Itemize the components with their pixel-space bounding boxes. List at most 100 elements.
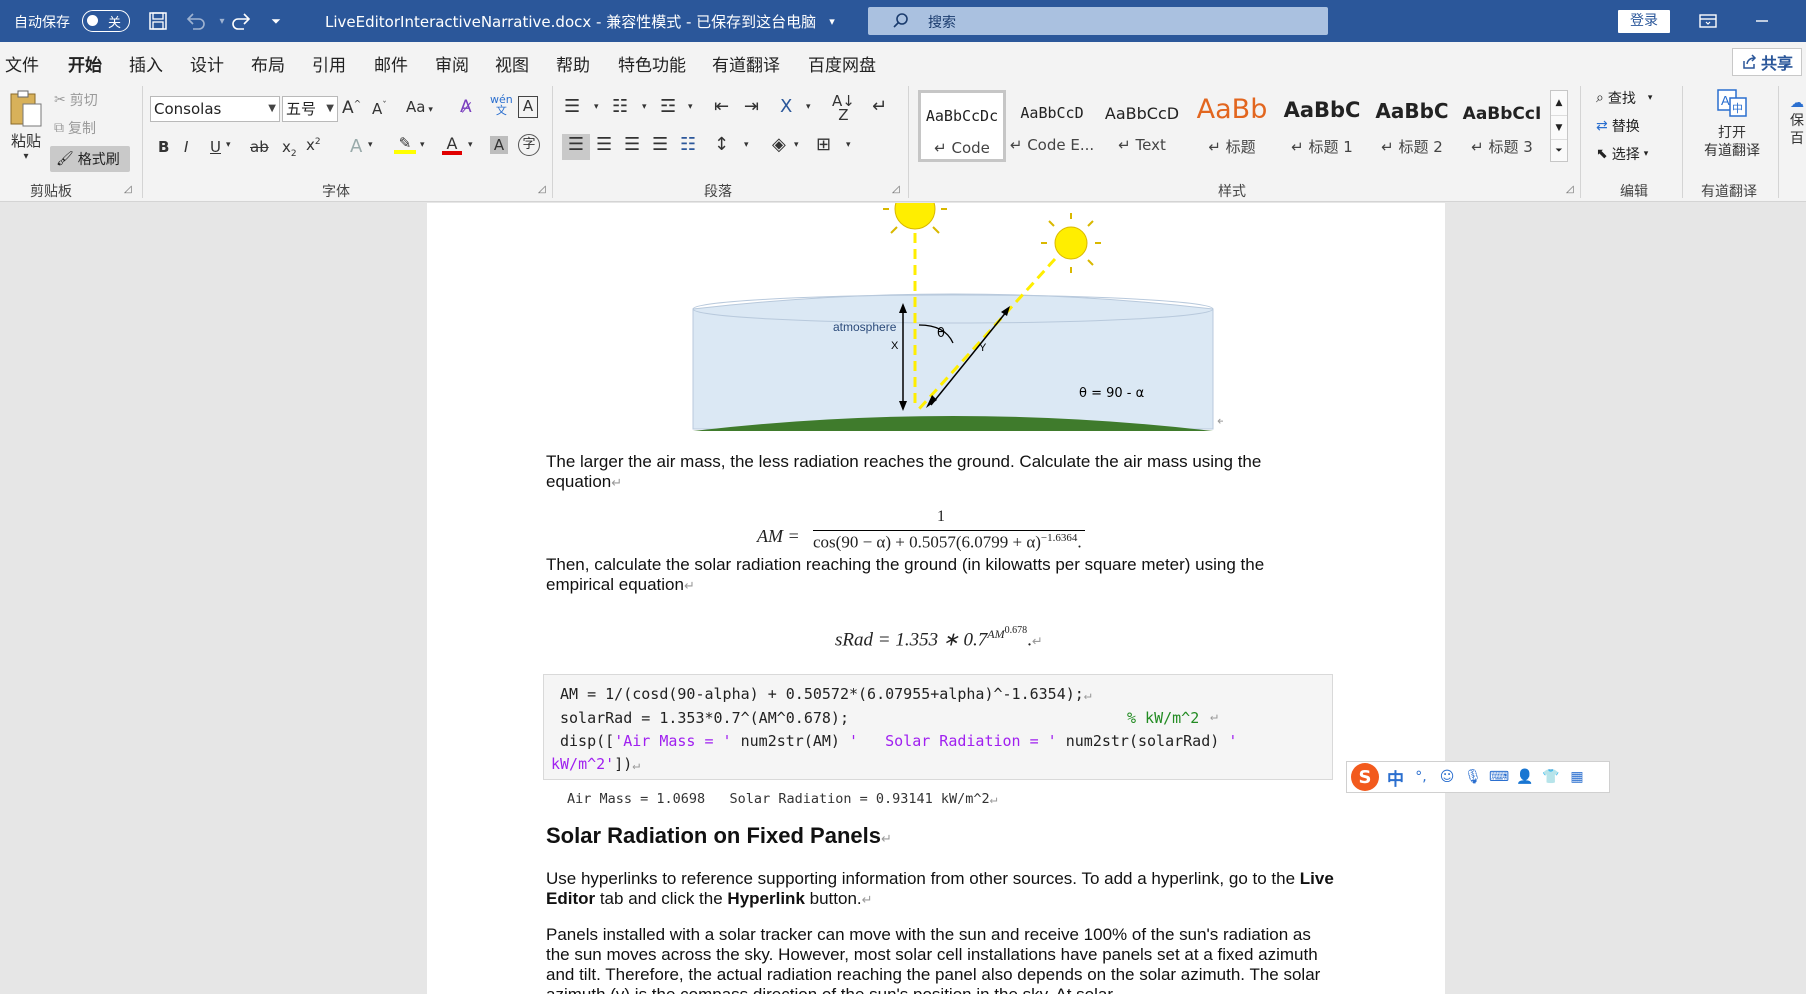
justify-icon[interactable]: ☰ (652, 134, 668, 155)
ime-punctuation-toggle[interactable]: °, (1412, 768, 1430, 786)
highlight-dropdown-icon[interactable]: ▾ (420, 140, 425, 150)
style-text[interactable]: AaBbCcD ↵ Text (1098, 90, 1186, 162)
enclose-characters-icon[interactable]: 字 (518, 134, 540, 156)
highlight-color-icon[interactable]: ✎ (394, 134, 416, 154)
style-title[interactable]: AaBb ↵ 标题 (1188, 90, 1276, 162)
font-launcher-icon[interactable]: ◿ (538, 184, 546, 195)
underline-icon[interactable]: U (210, 138, 221, 156)
style-heading-2[interactable]: AaBbC ↵ 标题 2 (1368, 90, 1456, 162)
bold-icon[interactable]: B (158, 138, 169, 156)
text-direction-dropdown-icon[interactable]: ▾ (806, 102, 811, 112)
paste-button[interactable]: 粘贴 ▾ (6, 88, 46, 174)
subscript-icon[interactable]: x2 (282, 138, 297, 159)
find-button[interactable]: ⌕ 查找 ▾ (1596, 88, 1652, 108)
autosave-toggle[interactable]: 关 (82, 10, 130, 32)
ribbon-display-options-icon[interactable] (1694, 10, 1722, 32)
superscript-icon[interactable]: x2 (306, 136, 321, 154)
share-button[interactable]: 共享 (1732, 48, 1802, 76)
clear-formatting-icon[interactable]: A̷ (460, 97, 472, 117)
skin-shirt-icon[interactable]: 👕 (1542, 768, 1560, 786)
select-button[interactable]: ⬉ 选择 ▾ (1596, 144, 1648, 164)
strikethrough-icon[interactable]: ab (250, 138, 269, 156)
ime-toolbar[interactable]: S 中 °, ☺ 🎙 ⌨ 👤 👕 ▦ (1346, 761, 1610, 793)
style-heading-3[interactable]: AaBbCcI ↵ 标题 3 (1458, 90, 1546, 162)
bullets-icon[interactable]: ☰ (564, 96, 580, 117)
italic-icon[interactable]: I (184, 138, 188, 156)
shrink-font-button[interactable]: Aˇ (372, 100, 387, 118)
show-paragraph-marks-icon[interactable]: ↵ (872, 96, 887, 117)
toolbox-grid-icon[interactable]: ▦ (1568, 768, 1586, 786)
redo-icon[interactable] (229, 10, 253, 32)
tab-layout[interactable]: 布局 (251, 51, 285, 76)
search-box[interactable]: 搜索 (868, 7, 1328, 35)
tab-file[interactable]: 文件 (5, 51, 39, 76)
paste-dropdown-icon[interactable]: ▾ (6, 151, 46, 162)
user-icon[interactable]: 👤 (1516, 768, 1534, 786)
extra-ribbon-button[interactable]: ☁ 保 百 (1788, 94, 1806, 148)
numbering-icon[interactable]: ☷ (612, 96, 628, 117)
line-spacing-icon[interactable]: ↕ (714, 134, 729, 155)
line-spacing-dropdown-icon[interactable]: ▾ (744, 140, 749, 150)
tab-help[interactable]: 帮助 (556, 51, 590, 76)
styles-scroll[interactable]: ▲ ▼ ⏷ (1550, 90, 1568, 162)
paragraph-launcher-icon[interactable]: ◿ (892, 184, 900, 195)
undo-icon[interactable] (184, 10, 208, 32)
bullets-dropdown-icon[interactable]: ▾ (594, 102, 599, 112)
multilevel-list-icon[interactable]: ☲ (660, 96, 676, 117)
keyboard-icon[interactable]: ⌨ (1489, 768, 1509, 786)
replace-button[interactable]: ⇄ 替换 (1596, 116, 1640, 136)
grow-font-button[interactable]: A^ (342, 98, 361, 118)
tab-home[interactable]: 开始 (68, 51, 102, 83)
align-left-icon[interactable]: ☰ (562, 134, 590, 160)
tab-insert[interactable]: 插入 (129, 51, 163, 76)
font-color-icon[interactable]: A (442, 134, 462, 155)
tab-mailings[interactable]: 邮件 (374, 51, 408, 76)
youdao-open-button[interactable]: A中 打开 有道翻译 (1696, 88, 1768, 160)
borders-dropdown-icon[interactable]: ▾ (846, 140, 851, 150)
clipboard-launcher-icon[interactable]: ◿ (124, 184, 132, 195)
tab-youdao-translate[interactable]: 有道翻译 (712, 51, 780, 76)
shading-icon[interactable]: ◈ (772, 134, 786, 155)
change-case-button[interactable]: Aa ▾ (406, 98, 433, 116)
shading-dropdown-icon[interactable]: ▾ (794, 140, 799, 150)
phonetic-guide-icon[interactable]: wén 文 (490, 94, 513, 116)
ime-language-toggle[interactable]: 中 (1387, 765, 1404, 790)
code-block[interactable]: AM = 1/(cosd(90-alpha) + 0.50572*(6.0795… (543, 674, 1333, 780)
title-dropdown-icon[interactable]: ▾ (820, 10, 844, 32)
borders-icon[interactable]: ⊞ (816, 134, 831, 155)
emoji-icon[interactable]: ☺ (1438, 768, 1456, 786)
sort-icon[interactable]: A↓ Z (832, 94, 855, 123)
underline-dropdown-icon[interactable]: ▾ (226, 140, 231, 150)
sogou-logo-icon[interactable]: S (1351, 763, 1379, 791)
align-center-icon[interactable]: ☰ (596, 134, 612, 155)
chevron-down-icon[interactable]: ▼ (1551, 115, 1567, 139)
text-direction-icon[interactable]: Ⅹ (780, 96, 792, 117)
tab-view[interactable]: 视图 (495, 51, 529, 76)
style-code[interactable]: AaBbCcDc ↵ Code (918, 90, 1006, 162)
style-heading-1[interactable]: AaBbC ↵ 标题 1 (1278, 90, 1366, 162)
login-button[interactable]: 登录 (1618, 10, 1670, 33)
font-size-combo[interactable]: 五号 ▼ (282, 96, 338, 122)
document-page[interactable]: atmosphere X Y θ θ = 90 - α ↵ The larger… (427, 203, 1445, 994)
styles-more-icon[interactable]: ⏷ (1551, 139, 1567, 161)
copy-button[interactable]: ⧉ 复制 (54, 118, 96, 138)
character-shading-icon[interactable]: A (490, 136, 508, 154)
tab-special-features[interactable]: 特色功能 (618, 51, 686, 76)
tab-design[interactable]: 设计 (190, 51, 224, 76)
increase-indent-icon[interactable]: ⇥ (744, 96, 759, 117)
decrease-indent-icon[interactable]: ⇤ (714, 96, 729, 117)
save-icon[interactable] (146, 10, 170, 32)
tab-baidu-netdisk[interactable]: 百度网盘 (808, 51, 876, 76)
format-painter-button[interactable]: 🖌 格式刷 (50, 146, 130, 172)
numbering-dropdown-icon[interactable]: ▾ (642, 102, 647, 112)
align-right-icon[interactable]: ☰ (624, 134, 640, 155)
font-family-combo[interactable]: Consolas ▼ (150, 96, 280, 122)
font-color-dropdown-icon[interactable]: ▾ (468, 140, 473, 150)
style-code-example[interactable]: AaBbCcD ↵ Code E... (1008, 90, 1096, 162)
customize-qat-icon[interactable]: ⏷ (264, 10, 288, 32)
text-effects-icon[interactable]: A (350, 136, 362, 157)
styles-launcher-icon[interactable]: ◿ (1566, 184, 1574, 195)
distributed-icon[interactable]: ☷ (680, 134, 696, 155)
tab-review[interactable]: 审阅 (435, 51, 469, 76)
multilevel-dropdown-icon[interactable]: ▾ (688, 102, 693, 112)
